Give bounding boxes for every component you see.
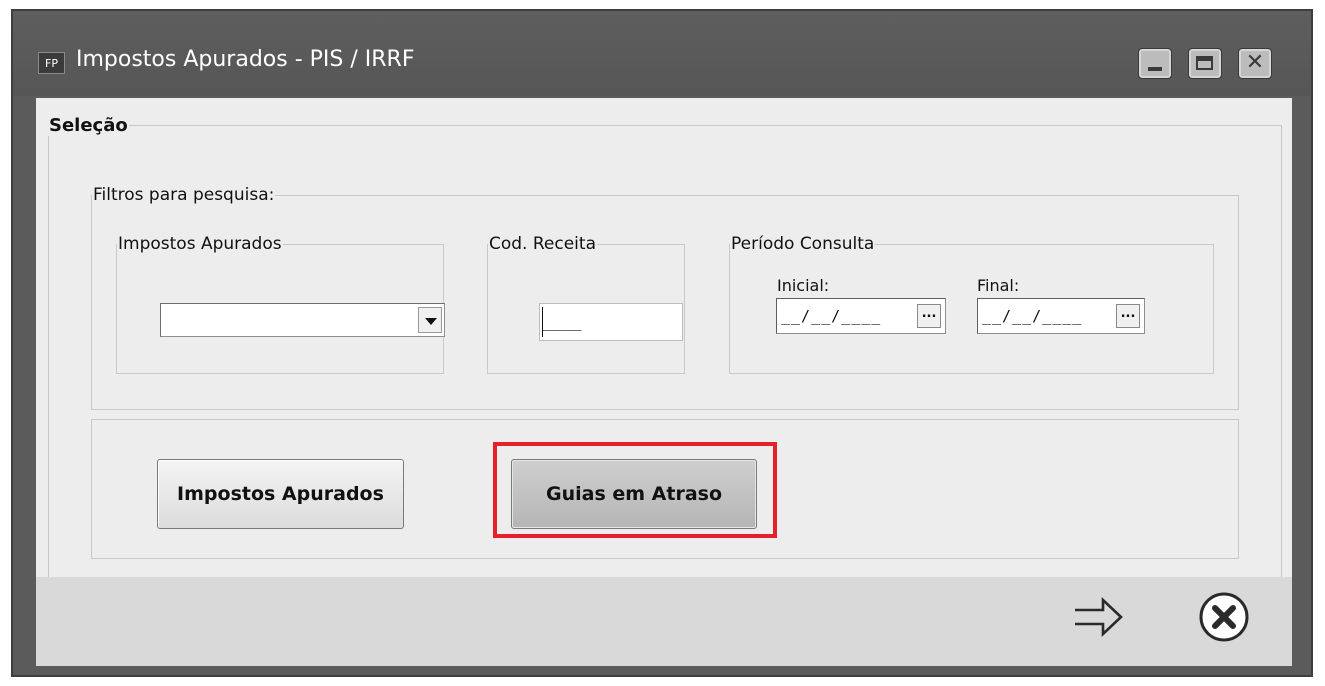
data-inicial-input[interactable]: __/__/____ ... bbox=[776, 298, 946, 334]
ellipsis-icon[interactable]: ... bbox=[1116, 304, 1140, 328]
selecao-legend: Seleção bbox=[49, 115, 128, 136]
data-final-input[interactable]: __/__/____ ... bbox=[977, 298, 1145, 334]
cod-receita-legend: Cod. Receita bbox=[489, 234, 596, 254]
data-inicial-value: __/__/____ bbox=[781, 307, 882, 325]
final-label: Final: bbox=[977, 276, 1020, 295]
client-area: Seleção Filtros para pesquisa: Impostos … bbox=[36, 98, 1292, 666]
periodo-consulta-legend: Período Consulta bbox=[731, 234, 875, 254]
window: FP Impostos Apurados - PIS / IRRF ✕ Sele… bbox=[11, 9, 1313, 677]
impostos-apurados-legend: Impostos Apurados bbox=[118, 234, 282, 254]
impostos-apurados-button[interactable]: Impostos Apurados bbox=[157, 459, 404, 529]
impostos-apurados-select[interactable] bbox=[160, 303, 445, 337]
inicial-label: Inicial: bbox=[777, 276, 830, 295]
filtros-legend: Filtros para pesquisa: bbox=[93, 185, 275, 205]
cancel-circle-icon[interactable] bbox=[1196, 589, 1252, 645]
footer-bar bbox=[36, 577, 1292, 666]
ellipsis-icon[interactable]: ... bbox=[917, 304, 941, 328]
window-title: Impostos Apurados - PIS / IRRF bbox=[76, 47, 415, 72]
title-bar[interactable]: FP Impostos Apurados - PIS / IRRF ✕ bbox=[13, 11, 1311, 96]
cod-receita-value: ____ bbox=[542, 307, 594, 337]
app-icon: FP bbox=[38, 52, 65, 74]
chevron-down-icon[interactable] bbox=[418, 307, 442, 333]
maximize-icon[interactable] bbox=[1188, 48, 1222, 79]
arrow-right-icon[interactable] bbox=[1071, 590, 1125, 644]
minimize-icon[interactable] bbox=[1138, 48, 1172, 79]
data-final-value: __/__/____ bbox=[982, 307, 1083, 325]
close-icon[interactable]: ✕ bbox=[1238, 48, 1272, 79]
guias-em-atraso-button[interactable]: Guias em Atraso bbox=[511, 459, 757, 529]
cod-receita-input[interactable]: ____ bbox=[539, 303, 683, 341]
